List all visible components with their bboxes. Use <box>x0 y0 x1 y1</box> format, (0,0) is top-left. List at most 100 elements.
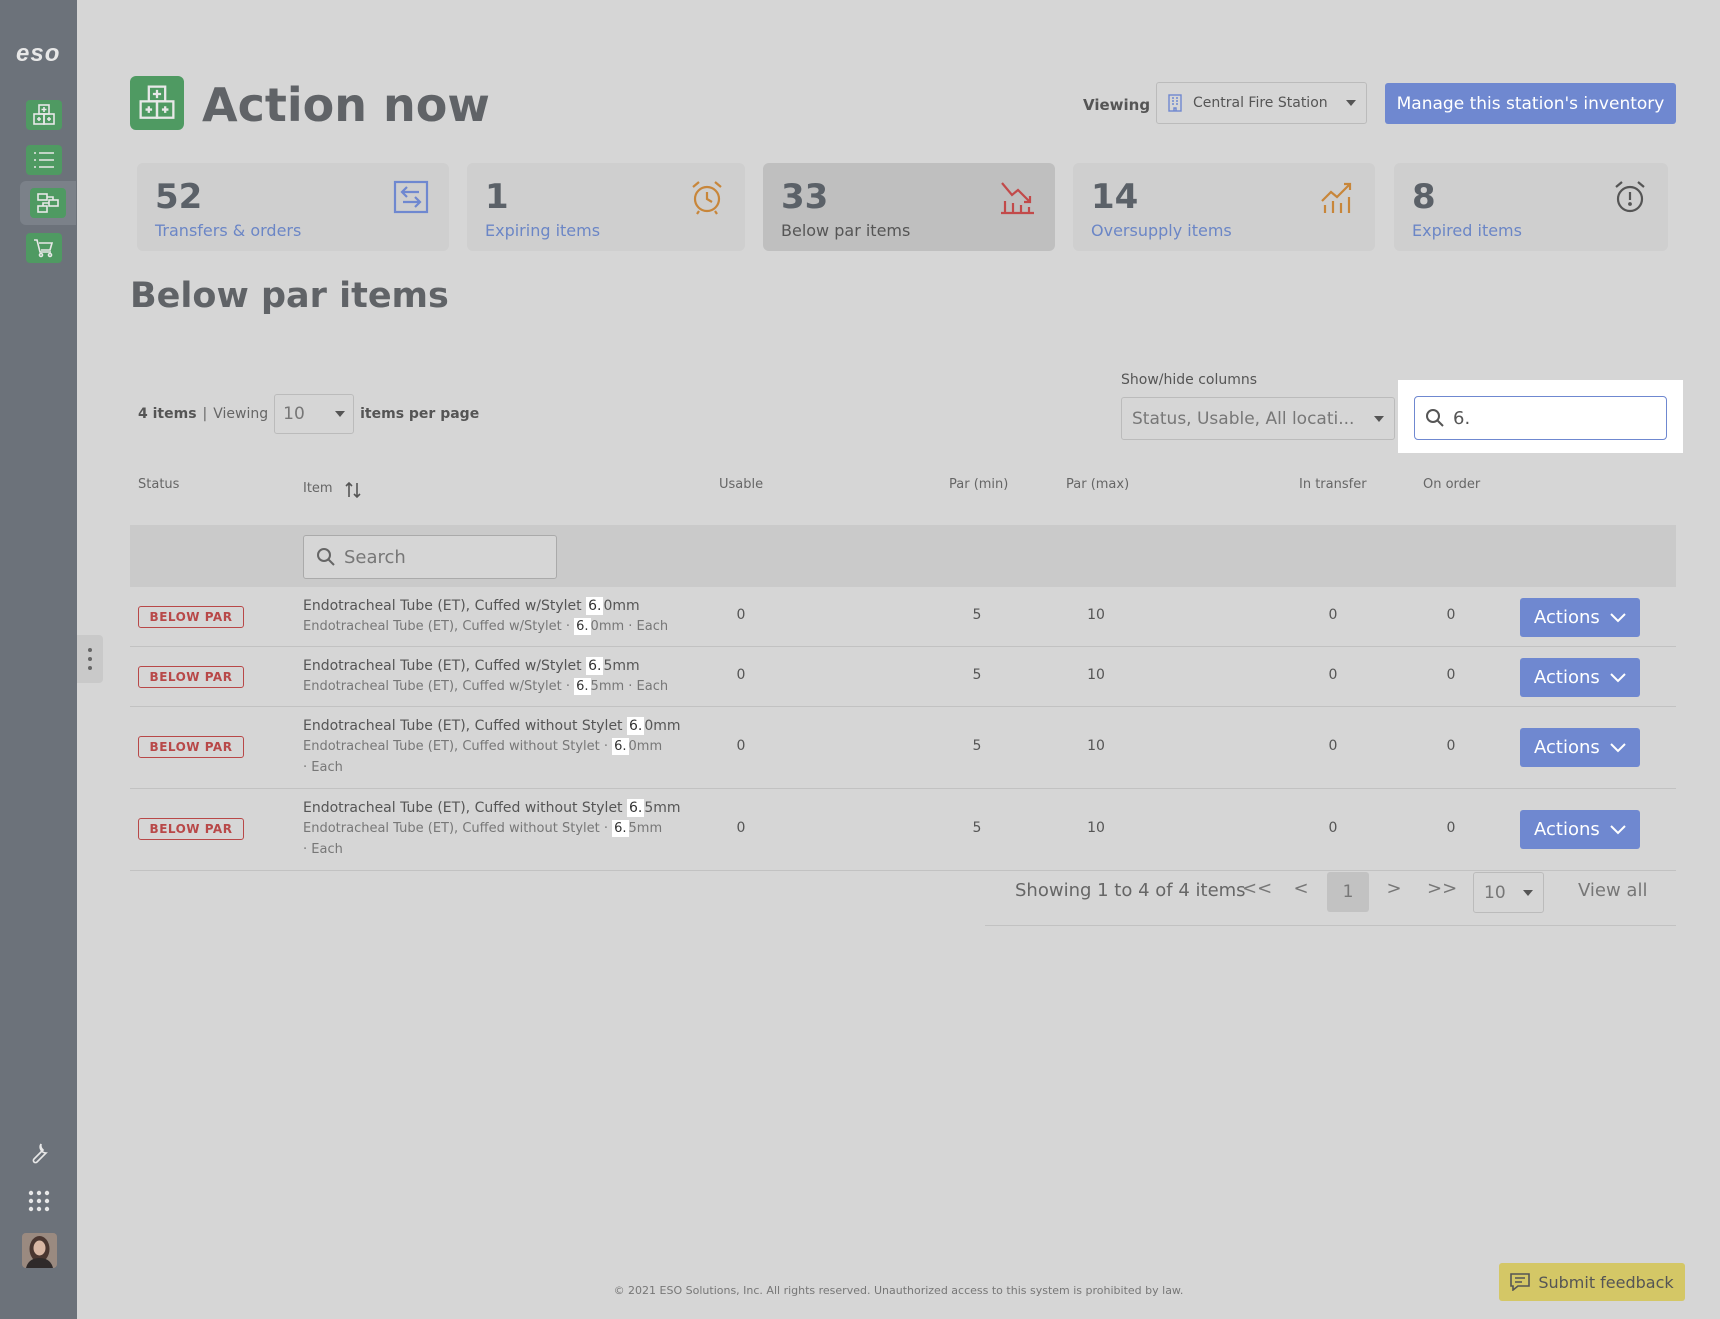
in-transfer-value: 0 <box>1328 607 1338 623</box>
sidebar-item-transfers[interactable] <box>20 181 76 225</box>
card-expiring-items[interactable]: 1 Expiring items <box>467 163 745 251</box>
page-1-button[interactable]: 1 <box>1327 872 1369 912</box>
on-order-value: 0 <box>1446 667 1456 683</box>
actions-button[interactable]: Actions <box>1520 810 1640 849</box>
on-order-value: 0 <box>1446 738 1456 754</box>
par-max-value: 10 <box>1087 607 1105 623</box>
sort-icon[interactable] <box>345 481 361 499</box>
item-description: Endotracheal Tube (ET), Cuffed w/Stylet … <box>303 678 669 695</box>
column-on-order[interactable]: On order <box>1423 477 1480 492</box>
actions-button[interactable]: Actions <box>1520 658 1640 697</box>
view-all-link[interactable]: View all <box>1578 880 1647 901</box>
copyright-footer: © 2021 ESO Solutions, Inc. All rights re… <box>613 1284 1184 1297</box>
actions-button[interactable]: Actions <box>1520 728 1640 767</box>
per-page-select[interactable]: 10 <box>274 394 355 434</box>
actions-button-label: Actions <box>1534 737 1600 758</box>
column-in-transfer[interactable]: In transfer <box>1299 477 1367 492</box>
par-max-value: 10 <box>1087 738 1105 754</box>
card-transfers-orders[interactable]: 52 Transfers & orders <box>137 163 449 251</box>
card-count: 14 <box>1091 177 1139 217</box>
search-icon <box>1426 409 1444 427</box>
table-search-input[interactable]: 6. <box>1414 396 1667 440</box>
pagination-summary: Showing 1 to 4 of 4 items <box>1015 880 1246 901</box>
pagination: Showing 1 to 4 of 4 items << < 1 > >> 10… <box>985 872 1676 926</box>
in-transfer-value: 0 <box>1328 820 1338 836</box>
column-par-max[interactable]: Par (max) <box>1066 477 1129 492</box>
submit-feedback-button[interactable]: Submit feedback <box>1499 1263 1685 1301</box>
transfer-tree-icon <box>37 193 59 213</box>
actions-button-label: Actions <box>1534 667 1600 688</box>
chevron-down-icon <box>1610 612 1626 622</box>
alarm-alert-icon <box>1612 179 1648 215</box>
actions-button[interactable]: Actions <box>1520 598 1640 637</box>
alarm-clock-icon <box>689 179 725 215</box>
in-transfer-value: 0 <box>1328 738 1338 754</box>
card-label: Below par items <box>781 221 911 240</box>
item-name[interactable]: Endotracheal Tube (ET), Cuffed without S… <box>303 798 683 818</box>
usable-value: 0 <box>736 820 746 836</box>
status-badge: BELOW PAR <box>138 736 244 758</box>
sidebar-item-cart[interactable] <box>26 233 62 263</box>
par-min-value: 5 <box>972 738 982 754</box>
search-match-highlight: 6. <box>612 820 629 837</box>
avatar[interactable] <box>22 1233 57 1268</box>
search-match-highlight: 6. <box>574 618 591 635</box>
viewing-text: Viewing <box>213 406 269 422</box>
feedback-icon <box>1510 1273 1531 1291</box>
column-usable[interactable]: Usable <box>719 477 763 492</box>
card-below-par-items[interactable]: 33 Below par items <box>763 163 1055 251</box>
next-page-button[interactable]: > <box>1381 878 1407 899</box>
manage-inventory-button[interactable]: Manage this station's inventory <box>1385 83 1676 124</box>
column-item[interactable]: Item <box>303 477 361 499</box>
search-match-highlight: 6. <box>627 717 645 735</box>
per-page-suffix: items per page <box>360 406 480 422</box>
item-name[interactable]: Endotracheal Tube (ET), Cuffed without S… <box>303 716 683 736</box>
sidebar-resize-handle[interactable] <box>77 635 103 683</box>
card-expired-items[interactable]: 8 Expired items <box>1394 163 1668 251</box>
item-description: Endotracheal Tube (ET), Cuffed w/Stylet … <box>303 618 669 635</box>
page-title: Action now <box>202 78 490 132</box>
search-match-highlight: 6. <box>574 678 591 695</box>
card-count: 1 <box>485 177 509 217</box>
last-page-button[interactable]: >> <box>1427 878 1457 899</box>
actions-button-label: Actions <box>1534 819 1600 840</box>
card-oversupply-items[interactable]: 14 Oversupply items <box>1073 163 1375 251</box>
station-select[interactable]: Central Fire Station <box>1156 82 1367 124</box>
trend-up-icon <box>1319 179 1355 215</box>
viewing-label: Viewing <box>1083 96 1151 114</box>
prev-page-button[interactable]: < <box>1288 878 1314 899</box>
in-transfer-value: 0 <box>1328 667 1338 683</box>
item-search-input[interactable]: Search <box>303 535 557 579</box>
separator: | <box>202 406 208 422</box>
item-description: Endotracheal Tube (ET), Cuffed without S… <box>303 820 663 857</box>
caret-down-icon <box>1374 415 1384 422</box>
on-order-value: 0 <box>1446 820 1456 836</box>
transfer-icon <box>393 179 429 215</box>
item-name[interactable]: Endotracheal Tube (ET), Cuffed w/Stylet … <box>303 656 683 676</box>
item-description: Endotracheal Tube (ET), Cuffed without S… <box>303 738 663 775</box>
show-hide-columns-select[interactable]: Status, Usable, All locati... <box>1121 397 1395 440</box>
status-badge: BELOW PAR <box>138 666 244 688</box>
supplies-icon <box>139 85 175 119</box>
pagination-per-page-select[interactable]: 10 <box>1473 872 1544 913</box>
list-icon <box>34 152 54 168</box>
status-badge: BELOW PAR <box>138 606 244 628</box>
column-status[interactable]: Status <box>138 477 179 492</box>
card-count: 52 <box>155 177 203 217</box>
usable-value: 0 <box>736 667 746 683</box>
action-now-header-icon <box>130 76 184 130</box>
first-page-button[interactable]: << <box>1242 878 1272 899</box>
table-row: BELOW PAR Endotracheal Tube (ET), Cuffed… <box>130 647 1676 707</box>
item-name[interactable]: Endotracheal Tube (ET), Cuffed w/Stylet … <box>303 596 683 616</box>
pagination-per-page-value: 10 <box>1484 882 1506 903</box>
items-per-page-control: 4 items | Viewing 10 items per page <box>138 394 479 434</box>
cart-icon <box>34 239 54 258</box>
sidebar-item-action-now[interactable] <box>26 100 62 130</box>
sidebar-item-list[interactable] <box>26 145 62 175</box>
column-par-min[interactable]: Par (min) <box>949 477 1008 492</box>
par-max-value: 10 <box>1087 820 1105 836</box>
par-max-value: 10 <box>1087 667 1105 683</box>
search-match-highlight: 6. <box>586 597 604 615</box>
settings-wrench[interactable] <box>22 1138 56 1168</box>
apps-launcher[interactable] <box>22 1186 56 1216</box>
